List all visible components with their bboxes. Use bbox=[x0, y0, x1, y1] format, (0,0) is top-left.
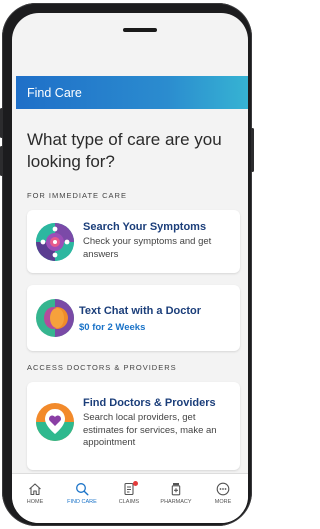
search-icon bbox=[76, 483, 89, 496]
more-icon bbox=[216, 482, 230, 496]
bottom-tab-bar: HOME FIND CARE CLAIMS PHARMACY MORE bbox=[12, 473, 248, 523]
find-doctors-card[interactable]: Find Doctors & Providers Search local pr… bbox=[27, 382, 240, 470]
tab-pharmacy[interactable]: PHARMACY bbox=[156, 482, 196, 505]
card-title: Search Your Symptoms bbox=[83, 221, 207, 233]
card-price: $0 for 2 Weeks bbox=[79, 322, 146, 333]
chat-doctor-icon bbox=[36, 299, 74, 337]
tab-label: MORE bbox=[214, 499, 232, 505]
tab-label: PHARMACY bbox=[160, 499, 192, 505]
pill-bottle-icon bbox=[171, 483, 181, 496]
speaker-grille bbox=[123, 28, 157, 32]
card-description: Check your symptoms and get answers bbox=[83, 236, 212, 260]
tab-label: HOME bbox=[26, 499, 44, 505]
section-label-immediate-care: FOR IMMEDIATE CARE bbox=[27, 191, 127, 200]
volume-up-button bbox=[0, 108, 3, 138]
card-title: Find Doctors & Providers bbox=[83, 397, 216, 409]
card-title: Text Chat with a Doctor bbox=[79, 305, 202, 317]
heart-location-icon bbox=[36, 403, 74, 441]
section-label-access-providers: ACCESS DOCTORS & PROVIDERS bbox=[27, 363, 177, 372]
notification-badge bbox=[133, 481, 138, 486]
tab-label: CLAIMS bbox=[118, 499, 140, 505]
symptoms-icon bbox=[36, 223, 74, 261]
page-header: Find Care bbox=[16, 76, 248, 109]
screen: Find Care What type of care are you look… bbox=[12, 13, 248, 523]
card-description: Search local providers, get estimates fo… bbox=[83, 412, 217, 448]
tab-claims[interactable]: CLAIMS bbox=[109, 481, 149, 505]
tab-find-care[interactable]: FIND CARE bbox=[62, 482, 102, 505]
page-title: Find Care bbox=[27, 85, 82, 100]
tab-label: FIND CARE bbox=[67, 499, 97, 505]
tab-home[interactable]: HOME bbox=[15, 482, 55, 505]
phone-frame: Find Care What type of care are you look… bbox=[0, 3, 254, 526]
volume-down-button bbox=[0, 146, 3, 176]
care-question: What type of care are you looking for? bbox=[27, 130, 222, 171]
tab-more[interactable]: MORE bbox=[203, 482, 243, 505]
home-icon bbox=[29, 483, 41, 496]
search-symptoms-card[interactable]: Search Your Symptoms Check your symptoms… bbox=[27, 210, 240, 273]
power-button bbox=[251, 128, 254, 172]
text-chat-doctor-card[interactable]: Text Chat with a Doctor $0 for 2 Weeks bbox=[27, 285, 240, 351]
